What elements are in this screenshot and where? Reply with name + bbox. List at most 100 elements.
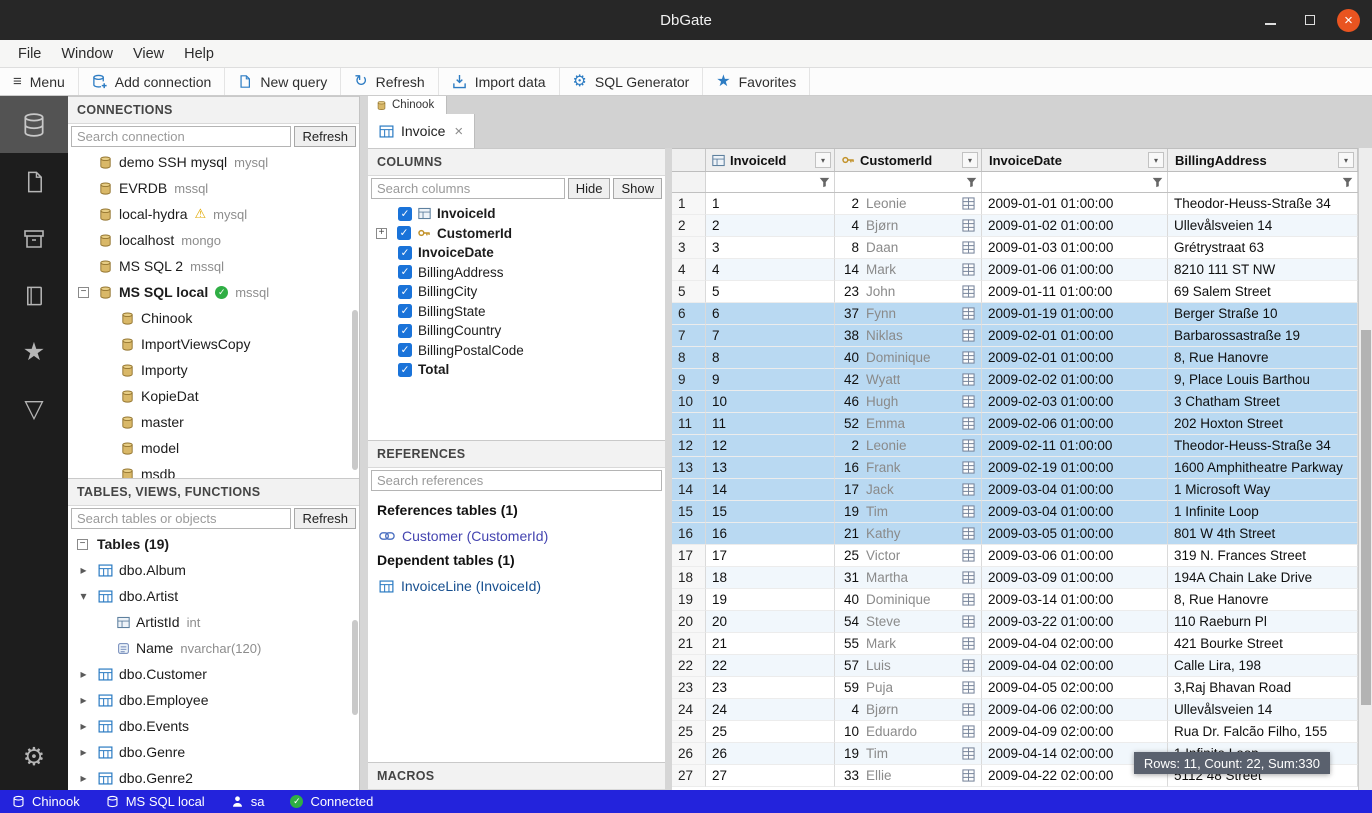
open-reference-icon[interactable] (962, 571, 975, 584)
billingaddress-cell[interactable]: 194A Chain Lake Drive (1168, 567, 1358, 589)
rail-settings[interactable]: ⚙ (0, 729, 68, 786)
billingaddress-cell[interactable]: 202 Hoxton Street (1168, 413, 1358, 435)
column-checkbox[interactable]: ✓ (398, 363, 412, 377)
customerid-cell[interactable]: 38 Niklas (835, 325, 982, 347)
row-number-cell[interactable]: 9 (672, 369, 706, 391)
open-reference-icon[interactable] (962, 703, 975, 716)
table-item[interactable]: Name nvarchar(120) (68, 635, 359, 661)
open-reference-icon[interactable] (962, 637, 975, 650)
row-number-cell[interactable]: 1 (672, 193, 706, 215)
billingaddress-cell[interactable]: 3,Raj Bhavan Road (1168, 677, 1358, 699)
billingaddress-cell[interactable]: 110 Raeburn Pl (1168, 611, 1358, 633)
invoicedate-cell[interactable]: 2009-04-09 02:00:00 (982, 721, 1168, 743)
row-number-cell[interactable]: 17 (672, 545, 706, 567)
invoiceid-cell[interactable]: 1 (706, 193, 835, 215)
invoiceid-cell[interactable]: 26 (706, 743, 835, 765)
row-number-cell[interactable]: 27 (672, 765, 706, 787)
refresh-toolbar-button[interactable]: ↻ Refresh (341, 68, 438, 95)
billingaddress-cell[interactable]: 319 N. Frances Street (1168, 545, 1358, 567)
column-checkbox[interactable]: ✓ (398, 304, 412, 318)
open-reference-icon[interactable] (962, 505, 975, 518)
column-toggle-row[interactable]: ✓ BillingCity (368, 282, 665, 302)
customerid-cell[interactable]: 37 Fynn (835, 303, 982, 325)
invoiceid-cell[interactable]: 11 (706, 413, 835, 435)
menu-item[interactable]: View (123, 46, 174, 62)
row-number-cell[interactable]: 25 (672, 721, 706, 743)
add-connection-button[interactable]: Add connection (79, 68, 226, 95)
invoicedate-cell[interactable]: 2009-04-06 02:00:00 (982, 699, 1168, 721)
invoiceid-cell[interactable]: 13 (706, 457, 835, 479)
search-tables-input[interactable] (71, 508, 291, 529)
billingaddress-cell[interactable]: Grétrystraat 63 (1168, 237, 1358, 259)
invoiceid-cell[interactable]: 3 (706, 237, 835, 259)
invoiceid-cell[interactable]: 7 (706, 325, 835, 347)
invoicedate-cell[interactable]: 2009-03-04 01:00:00 (982, 479, 1168, 501)
invoiceid-cell[interactable]: 20 (706, 611, 835, 633)
invoicedate-cell[interactable]: 2009-02-01 01:00:00 (982, 347, 1168, 369)
grid-corner[interactable] (672, 149, 706, 171)
invoicedate-cell[interactable]: 2009-03-04 01:00:00 (982, 501, 1168, 523)
open-reference-icon[interactable] (962, 351, 975, 364)
customerid-cell[interactable]: 19 Tim (835, 501, 982, 523)
invoiceid-cell[interactable]: 16 (706, 523, 835, 545)
billingaddress-cell[interactable]: 421 Bourke Street (1168, 633, 1358, 655)
filter-icon[interactable] (819, 177, 830, 188)
column-header-invoicedate[interactable]: InvoiceDate ▾ (982, 149, 1168, 171)
row-number-cell[interactable]: 4 (672, 259, 706, 281)
billingaddress-cell[interactable]: 8, Rue Hanovre (1168, 347, 1358, 369)
customerid-cell[interactable]: 52 Emma (835, 413, 982, 435)
customerid-cell[interactable]: 33 Ellie (835, 765, 982, 787)
invoicedate-cell[interactable]: 2009-03-06 01:00:00 (982, 545, 1168, 567)
column-checkbox[interactable]: ✓ (398, 246, 412, 260)
connection-item[interactable]: MS SQL 2 mssql (68, 253, 359, 279)
row-number-cell[interactable]: 24 (672, 699, 706, 721)
column-header-customerid[interactable]: CustomerId ▾ (835, 149, 982, 171)
filter-customerid[interactable] (835, 172, 982, 192)
billingaddress-cell[interactable]: 8210 111 ST NW (1168, 259, 1358, 281)
refresh-connections-button[interactable]: Refresh (294, 126, 356, 147)
billingaddress-cell[interactable]: Berger Straße 10 (1168, 303, 1358, 325)
row-number-cell[interactable]: 16 (672, 523, 706, 545)
chevron-right-icon[interactable]: ▸ (78, 667, 89, 681)
invoicedate-cell[interactable]: 2009-02-03 01:00:00 (982, 391, 1168, 413)
row-number-cell[interactable]: 22 (672, 655, 706, 677)
column-toggle-row[interactable]: ✓ InvoiceId (368, 204, 665, 224)
column-header-invoiceid[interactable]: InvoiceId ▾ (706, 149, 835, 171)
grid-scrollbar-thumb[interactable] (1361, 330, 1371, 705)
open-reference-icon[interactable] (962, 681, 975, 694)
rail-connections[interactable] (0, 96, 68, 153)
search-columns-input[interactable] (371, 178, 565, 199)
filter-icon[interactable] (966, 177, 977, 188)
row-number-cell[interactable]: 10 (672, 391, 706, 413)
customerid-cell[interactable]: 40 Dominique (835, 347, 982, 369)
invoiceid-cell[interactable]: 15 (706, 501, 835, 523)
billingaddress-cell[interactable]: Theodor-Heuss-Straße 34 (1168, 435, 1358, 457)
open-reference-icon[interactable] (962, 461, 975, 474)
connection-item[interactable]: Importy (68, 357, 359, 383)
invoiceid-cell[interactable]: 23 (706, 677, 835, 699)
open-reference-icon[interactable] (962, 329, 975, 342)
invoiceid-cell[interactable]: 2 (706, 215, 835, 237)
column-menu-button[interactable]: ▾ (962, 152, 978, 168)
customerid-cell[interactable]: 23 John (835, 281, 982, 303)
connection-item[interactable]: msdb (68, 461, 359, 478)
filter-icon[interactable] (1152, 177, 1163, 188)
invoiceid-cell[interactable]: 21 (706, 633, 835, 655)
invoiceid-cell[interactable]: 18 (706, 567, 835, 589)
connection-item[interactable]: KopieDat (68, 383, 359, 409)
open-reference-icon[interactable] (962, 725, 975, 738)
rail-favorites[interactable]: ★ (0, 324, 68, 381)
row-number-cell[interactable]: 15 (672, 501, 706, 523)
column-checkbox[interactable]: ✓ (398, 285, 412, 299)
open-reference-icon[interactable] (962, 615, 975, 628)
connections-scrollbar-thumb[interactable] (352, 310, 358, 470)
open-reference-icon[interactable] (962, 417, 975, 430)
customerid-cell[interactable]: 59 Puja (835, 677, 982, 699)
table-item[interactable]: ▸ dbo.Customer (68, 661, 359, 687)
tab-database-chinook[interactable]: Chinook (368, 96, 447, 114)
invoiceid-cell[interactable]: 8 (706, 347, 835, 369)
billingaddress-cell[interactable]: 801 W 4th Street (1168, 523, 1358, 545)
billingaddress-cell[interactable]: 8, Rue Hanovre (1168, 589, 1358, 611)
row-number-cell[interactable]: 21 (672, 633, 706, 655)
column-menu-button[interactable]: ▾ (1148, 152, 1164, 168)
